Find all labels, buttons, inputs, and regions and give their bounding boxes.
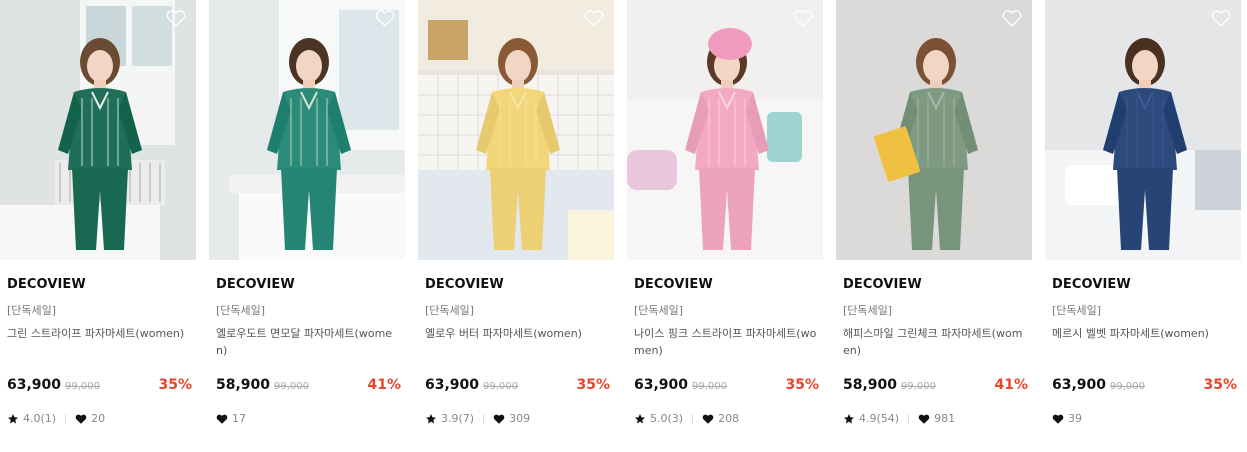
discount-rate: 41% [367,377,401,393]
review-meta: 3.9(7) 309 [425,412,530,425]
product-grid: DECOVIEW [단독세일] 그린 스트라이프 파자마세트(women) 63… [0,0,1247,452]
product-brand: DECOVIEW [216,277,295,292]
product-image[interactable] [1045,0,1241,260]
product-name[interactable]: 나이스 핑크 스트라이프 파자마세트(women) [634,325,820,359]
product-brand: DECOVIEW [425,277,504,292]
heart-icon [216,413,228,425]
rating-text: 3.9(7) [441,412,475,425]
product-price: 63,900 [425,377,480,393]
product-brand: DECOVIEW [1052,277,1131,292]
product-tag: [단독세일] [843,304,893,317]
likes-count: 309 [509,412,531,425]
likes-count: 981 [934,412,956,425]
discount-rate: 35% [785,377,819,393]
product-card[interactable]: DECOVIEW [단독세일] 해피스마일 그린체크 파자마세트(women) … [836,0,1032,452]
product-name[interactable]: 옐로우 버터 파자마세트(women) [425,325,611,342]
meta-divider [908,413,910,424]
wishlist-heart-icon[interactable] [375,9,395,27]
rating-text: 5.0(3) [650,412,684,425]
product-image[interactable] [209,0,405,260]
review-meta: 39 [1052,412,1082,425]
star-icon [425,413,437,425]
review-meta: 4.0(1) 20 [7,412,105,425]
product-tag: [단독세일] [634,304,684,317]
product-image[interactable] [627,0,823,260]
original-price: 99,000 [692,381,727,392]
wishlist-heart-icon[interactable] [166,9,186,27]
meta-divider [692,413,694,424]
original-price: 99,000 [901,381,936,392]
review-meta: 5.0(3) 208 [634,412,739,425]
heart-icon [702,413,714,425]
product-card[interactable]: DECOVIEW [단독세일] 메르시 벨벳 파자마세트(women) 63,9… [1045,0,1241,452]
star-icon [7,413,19,425]
product-name[interactable]: 옐로우도트 면모달 파자마세트(women) [216,325,402,359]
rating-text: 4.9(54) [859,412,900,425]
product-price: 58,900 [216,377,271,393]
product-name[interactable]: 해피스마일 그린체크 파자마세트(women) [843,325,1029,359]
product-tag: [단독세일] [425,304,475,317]
original-price: 99,000 [65,381,100,392]
heart-icon [75,413,87,425]
wishlist-heart-icon[interactable] [1211,9,1231,27]
star-icon [843,413,855,425]
product-card[interactable]: DECOVIEW [단독세일] 그린 스트라이프 파자마세트(women) 63… [0,0,196,452]
original-price: 99,000 [1110,381,1145,392]
meta-divider [483,413,485,424]
product-tag: [단독세일] [1052,304,1102,317]
likes-count: 39 [1068,412,1082,425]
discount-rate: 35% [576,377,610,393]
review-meta: 17 [216,412,246,425]
product-name[interactable]: 그린 스트라이프 파자마세트(women) [7,325,193,342]
wishlist-heart-icon[interactable] [793,9,813,27]
product-image[interactable] [0,0,196,260]
product-tag: [단독세일] [7,304,57,317]
product-name[interactable]: 메르시 벨벳 파자마세트(women) [1052,325,1238,342]
product-price: 58,900 [843,377,898,393]
heart-icon [1052,413,1064,425]
star-icon [634,413,646,425]
meta-divider [65,413,67,424]
product-tag: [단독세일] [216,304,266,317]
discount-rate: 35% [158,377,192,393]
product-image[interactable] [836,0,1032,260]
original-price: 99,000 [483,381,518,392]
wishlist-heart-icon[interactable] [584,9,604,27]
product-brand: DECOVIEW [843,277,922,292]
likes-count: 20 [91,412,106,425]
product-price: 63,900 [634,377,689,393]
original-price: 99,000 [274,381,309,392]
product-price: 63,900 [1052,377,1107,393]
product-image[interactable] [418,0,614,260]
likes-count: 208 [718,412,740,425]
product-card[interactable]: DECOVIEW [단독세일] 옐로우도트 면모달 파자마세트(women) 5… [209,0,405,452]
likes-count: 17 [232,412,246,425]
discount-rate: 41% [994,377,1028,393]
review-meta: 4.9(54) 981 [843,412,955,425]
heart-icon [493,413,505,425]
wishlist-heart-icon[interactable] [1002,9,1022,27]
discount-rate: 35% [1203,377,1237,393]
product-card[interactable]: DECOVIEW [단독세일] 나이스 핑크 스트라이프 파자마세트(women… [627,0,823,452]
rating-text: 4.0(1) [23,412,57,425]
product-brand: DECOVIEW [7,277,86,292]
heart-icon [918,413,930,425]
product-price: 63,900 [7,377,62,393]
product-brand: DECOVIEW [634,277,713,292]
product-card[interactable]: DECOVIEW [단독세일] 옐로우 버터 파자마세트(women) 63,9… [418,0,614,452]
